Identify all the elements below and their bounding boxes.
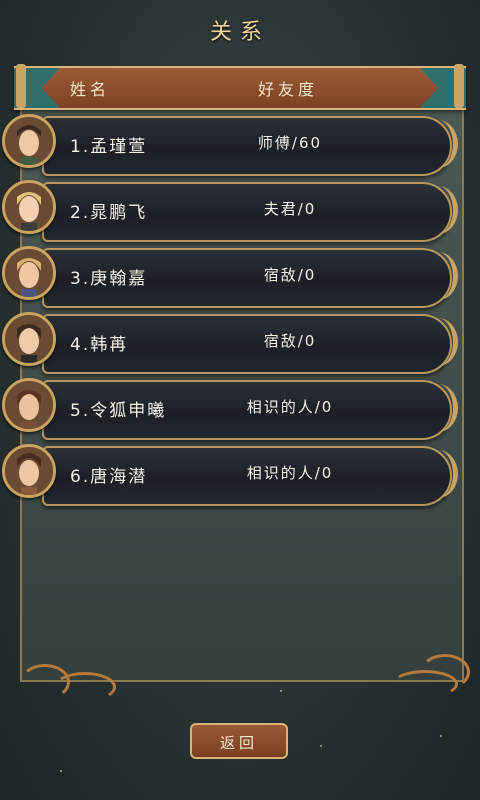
star-sparkle — [60, 770, 62, 772]
crescent-ornament — [418, 450, 458, 498]
avatar — [2, 246, 56, 300]
avatar — [2, 180, 56, 234]
back-button[interactable]: 返回 — [190, 723, 288, 759]
avatar — [2, 444, 56, 498]
cloud-ornament-left-2 — [54, 672, 116, 702]
friendship-value: 夫君/0 — [263, 200, 317, 218]
character-name: 3.庚翰嘉 — [70, 269, 148, 289]
relation-row[interactable]: 2.晁鹏飞 夫君/0 — [0, 180, 480, 242]
star-sparkle — [280, 690, 282, 692]
character-name: 4.韩苒 — [70, 335, 129, 355]
avatar — [2, 114, 56, 168]
page-title: 关系 — [209, 20, 270, 45]
friendship-value: 师傅/60 — [257, 134, 323, 152]
relation-row[interactable]: 6.唐海潜 相识的人/0 — [0, 444, 480, 506]
relation-row[interactable]: 1.孟瑾萱 师傅/60 — [0, 114, 480, 176]
relation-row[interactable]: 4.韩苒 宿敌/0 — [0, 312, 480, 374]
avatar — [2, 378, 56, 432]
column-header-name: 姓名 — [70, 80, 111, 99]
star-sparkle — [320, 745, 322, 747]
friendship-value: 相识的人/0 — [246, 464, 334, 482]
star-sparkle — [440, 735, 442, 737]
cloud-ornament-right-2 — [392, 670, 458, 698]
header-cap-left — [16, 64, 26, 108]
character-name: 2.晁鹏飞 — [70, 203, 148, 223]
avatar — [2, 312, 56, 366]
character-name: 5.令狐申曦 — [70, 401, 167, 421]
friendship-value: 宿敌/0 — [263, 332, 317, 350]
crescent-ornament — [418, 384, 458, 432]
column-header-friendship: 好友度 — [258, 80, 319, 99]
crescent-ornament — [418, 186, 458, 234]
header-cap-right — [454, 64, 464, 108]
crescent-ornament — [418, 120, 458, 168]
character-name: 1.孟瑾萱 — [70, 137, 148, 157]
relation-row[interactable]: 3.庚翰嘉 宿敌/0 — [0, 246, 480, 308]
crescent-ornament — [418, 252, 458, 300]
friendship-value: 相识的人/0 — [246, 398, 334, 416]
friendship-value: 宿敌/0 — [263, 266, 317, 284]
relation-row[interactable]: 5.令狐申曦 相识的人/0 — [0, 378, 480, 440]
character-name: 6.唐海潜 — [70, 467, 148, 487]
crescent-ornament — [418, 318, 458, 366]
